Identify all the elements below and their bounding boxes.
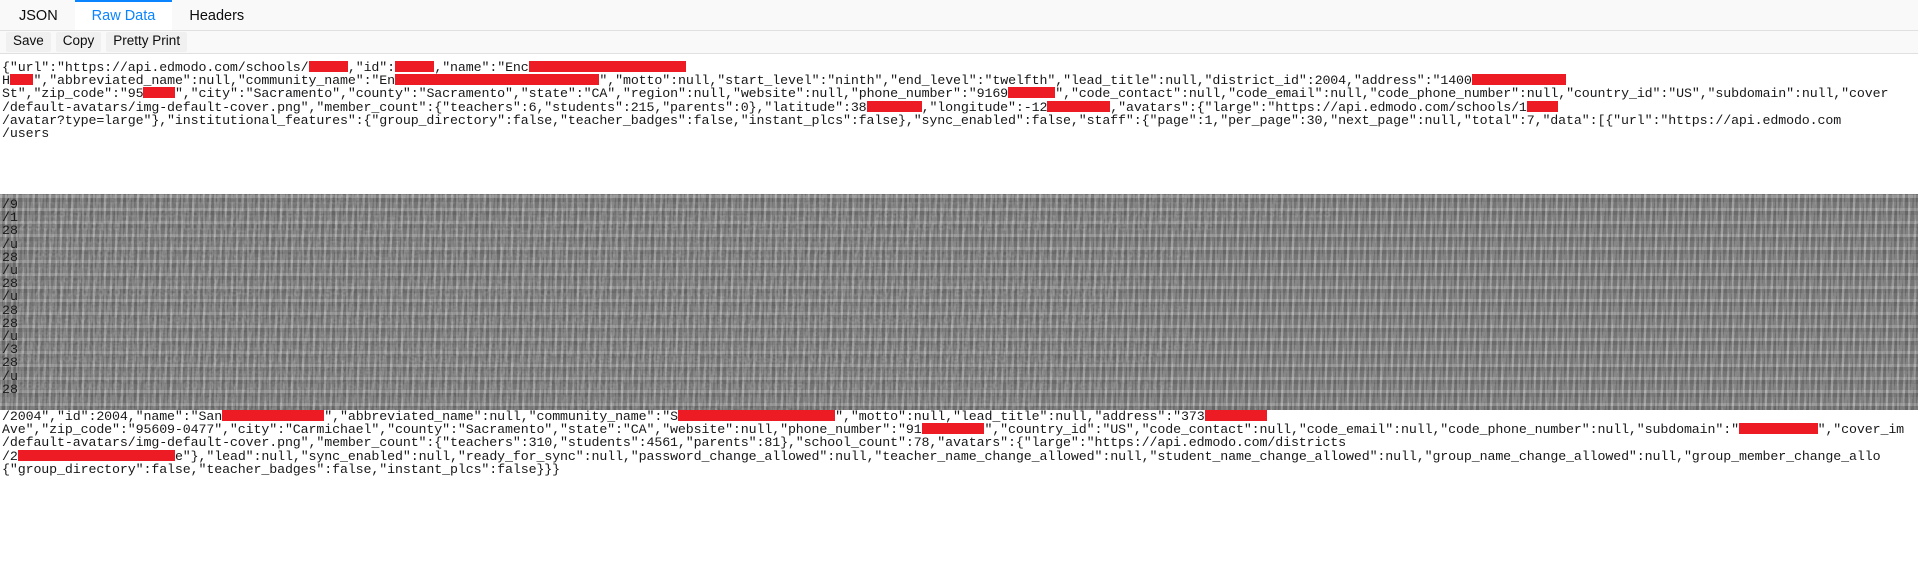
json-text-run: /avatar?type=large"},"institutional_feat… <box>2 112 1842 128</box>
redacted-text-block: 712345 <box>1008 87 1056 99</box>
redacted-text-block: 15487 <box>308 61 348 72</box>
obscured-json-line: 28800,"locale":"en","country_id":null,"f… <box>34 325 1190 340</box>
obscured-gutter-number: 28 <box>2 381 18 397</box>
redacted-text-block: 8210 <box>143 87 175 99</box>
json-text-run: ","cover_im <box>1817 422 1905 438</box>
redacted-text-block: Bell Street <box>1471 74 1567 86</box>
viewer-tabstrip: JSON Raw Data Headers <box>0 0 1918 31</box>
redacted-text-block: Juan Unified <box>222 410 325 421</box>
json-line: /avatar?type=large"},"institutional_feat… <box>2 114 1918 127</box>
json-text-run: {"group_directory":false,"teacher_badges… <box>2 461 561 477</box>
redacted-text-block: 0 Kilroy <box>1204 410 1268 421</box>
obscured-json-line: /users/24109575/avatar?type=small&u=7vhb… <box>18 259 1127 274</box>
raw-data-toolbar: Save Copy Pretty Print <box>0 31 1918 54</box>
redacted-text-block: .585882 <box>866 100 922 112</box>
obscured-json-line: /default-avatars/img-default-cover.png",… <box>0 312 1109 326</box>
tab-raw-data-label: Raw Data <box>91 8 156 24</box>
redacted-text-block: 5487 <box>1526 100 1559 112</box>
tab-headers[interactable]: Headers <box>172 0 261 30</box>
tab-headers-label: Headers <box>189 8 245 24</box>
obscured-json-line: /1234567","id":1234567,"type":"teacher",… <box>34 207 1339 221</box>
json-text-run: /users <box>2 125 50 141</box>
obscured-gutter-number: 28 <box>2 355 18 371</box>
obscured-json-line: 28800,"locale":"en","country_id":null,"f… <box>34 246 1198 260</box>
obscured-json-line: 28800,"locale":"en","country_id":null,"f… <box>0 352 1164 366</box>
obscured-json-line: 28800,"locale":"en","country_id":null,"f… <box>18 378 1174 392</box>
redacted-text-block: 69715000 <box>921 423 985 435</box>
redacted-text-block: anJuanUnified6412004 <box>677 410 836 421</box>
obscured-gutter-number: /u <box>2 368 18 384</box>
raw-json-content-pane[interactable]: {"url":"https://api.edmodo.com/schools/1… <box>0 54 1918 583</box>
save-button[interactable]: Save <box>6 32 51 52</box>
obscured-json-line: /avatar?type=large"},"institutional_feat… <box>18 339 1221 353</box>
redacted-text-block: ina Preparatory High <box>528 61 686 72</box>
raw-json-top-lines: {"url":"https://api.edmodo.com/schools/1… <box>2 61 1918 140</box>
tab-json[interactable]: JSON <box>2 0 75 30</box>
pretty-print-button[interactable]: Pretty Print <box>106 32 188 52</box>
tab-json-label: JSON <box>19 8 58 24</box>
redacted-text-block: 004/avatar?type=larg <box>17 449 175 461</box>
tab-raw-data[interactable]: Raw Data <box>74 0 173 30</box>
obscured-gutter-number: 28 <box>2 302 18 318</box>
obscured-gutter-number: /u <box>2 289 18 305</box>
obscured-json-line: 28800,"locale":"en","country_id":null,"f… <box>18 299 1190 313</box>
redacted-text-block: 1.401234 <box>1047 100 1111 112</box>
raw-json-bottom-lines: /2004","id":2004,"name":"San Juan Unifie… <box>2 410 1918 476</box>
json-line: {"group_directory":false,"teacher_badges… <box>2 463 1918 476</box>
obscured-json-line: 28800,"locale":"en","country_id":null,"f… <box>0 273 1187 287</box>
json-line: /users <box>2 127 1918 140</box>
obscured-json-line: 28800,"locale":"en","country_id":null,"f… <box>18 220 1213 234</box>
obscured-json-line: /api.edmodo.com/schools/15487","id":1548… <box>34 286 1127 300</box>
obscured-gutter-number: 28 <box>2 223 18 239</box>
redacted-text-block: igh <box>9 74 34 86</box>
copy-button[interactable]: Copy <box>55 32 102 52</box>
obscured-json-region: "url":"https://api.edmodo.com/users/2323… <box>0 194 1918 410</box>
obscured-gutter-number: /u <box>2 236 18 252</box>
obscured-json-line: /api.edmodo.com/users/23238980/avatar?ty… <box>0 233 928 247</box>
obscured-json-line: /api.edmodo.com/districts/2004","id":200… <box>0 391 1038 405</box>
redacted-text-block: sanjuanusd <box>1738 423 1818 435</box>
redacted-text-block: 15487 <box>395 61 435 72</box>
obscured-json-line: /api.edmodo.com/users/22991847/avatar?ty… <box>34 365 1072 379</box>
redacted-text-block: cinaPreparatoryHigh6412467 <box>395 74 600 86</box>
obscured-json-line: "url":"https://api.edmodo.com/users/2323… <box>0 194 1297 208</box>
